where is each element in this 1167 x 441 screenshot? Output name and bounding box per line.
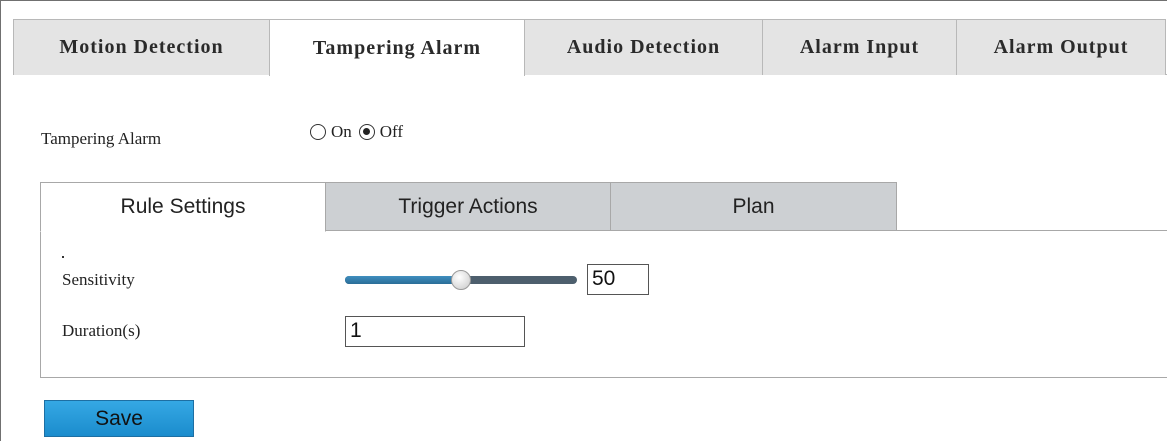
sub-tab-bar: Rule Settings Trigger Actions Plan <box>40 182 897 232</box>
tab-alarm-output[interactable]: Alarm Output <box>956 19 1166 75</box>
duration-input[interactable]: 1 <box>345 316 525 347</box>
sensitivity-slider-fill <box>345 276 461 284</box>
sensitivity-slider-thumb[interactable] <box>451 270 471 290</box>
tab-trigger-actions[interactable]: Trigger Actions <box>325 182 611 231</box>
tab-tampering-alarm[interactable]: Tampering Alarm <box>269 19 525 76</box>
sensitivity-input[interactable]: 50 <box>587 264 649 295</box>
tampering-alarm-radio-group: On Off <box>310 122 410 142</box>
stray-dot <box>62 256 64 258</box>
sensitivity-label: Sensitivity <box>62 270 135 289</box>
tab-audio-detection[interactable]: Audio Detection <box>524 19 763 75</box>
off-radio[interactable] <box>358 124 375 140</box>
off-radio-label[interactable]: Off <box>380 122 403 142</box>
tab-rule-settings[interactable]: Rule Settings <box>40 182 326 232</box>
on-radio-label[interactable]: On <box>331 122 352 142</box>
tampering-alarm-label: Tampering Alarm <box>41 129 162 148</box>
duration-label: Duration(s) <box>62 321 141 340</box>
top-tab-bar: Motion Detection Tampering Alarm Audio D… <box>13 19 1167 76</box>
sensitivity-slider[interactable] <box>345 270 577 290</box>
tab-motion-detection[interactable]: Motion Detection <box>13 19 270 75</box>
tab-alarm-input[interactable]: Alarm Input <box>762 19 957 75</box>
tab-plan[interactable]: Plan <box>610 182 897 231</box>
on-radio[interactable] <box>310 124 326 140</box>
rule-settings-panel <box>40 230 1167 378</box>
save-button[interactable]: Save <box>44 400 194 437</box>
